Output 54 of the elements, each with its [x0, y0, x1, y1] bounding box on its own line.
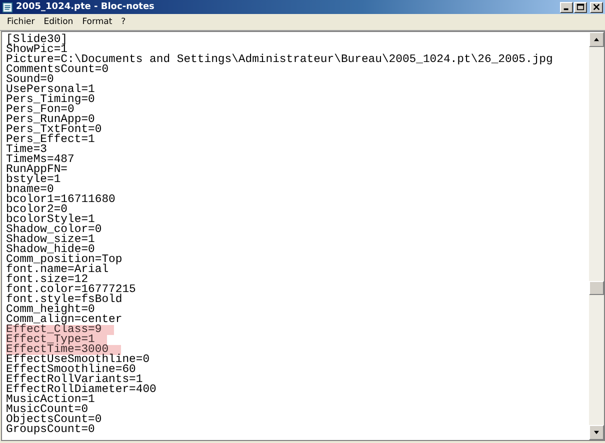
- text-line: font.style=fsBold: [6, 295, 122, 305]
- text-line: font.color=16777215: [6, 285, 136, 295]
- text-line: bname=0: [6, 185, 54, 195]
- text-line: EffectSmoothline=60: [6, 365, 136, 375]
- text-line: bstyle=1: [6, 175, 61, 185]
- text-line: EffectRollVariants=1: [6, 375, 143, 385]
- text-line: Pers_Timing=0: [6, 95, 95, 105]
- maximize-icon: [576, 3, 585, 11]
- text-line: Pers_RunApp=0: [6, 115, 95, 125]
- text-line: font.size=12: [6, 275, 88, 285]
- text-line: Comm_position=Top: [6, 255, 122, 265]
- text-line: Pers_TxtFont=0: [6, 125, 102, 135]
- up-arrow-icon: [593, 37, 600, 42]
- text-line: bcolorStyle=1: [6, 215, 95, 225]
- scroll-thumb[interactable]: [589, 281, 604, 296]
- minimize-button[interactable]: [560, 2, 573, 12]
- close-button[interactable]: [590, 2, 603, 12]
- text-line: bcolor1=16711680: [6, 195, 116, 205]
- text-line: font.name=Arial: [6, 265, 109, 275]
- text-line: Pers_Effect=1: [6, 135, 95, 145]
- text-line: UsePersonal=1: [6, 85, 95, 95]
- close-icon: [592, 3, 601, 11]
- text-line: MusicCount=0: [6, 405, 88, 415]
- text-line: RunAppFN=: [6, 165, 68, 175]
- text-line: ObjectsCount=0: [6, 415, 102, 425]
- text-line: Shadow_size=1: [6, 235, 95, 245]
- text-line: EffectRollDiameter=400: [6, 385, 156, 395]
- text-line: CommentsCount=0: [6, 65, 109, 75]
- menu-item[interactable]: Fichier: [7, 17, 35, 27]
- text-line: TimeMs=487: [6, 155, 74, 165]
- text-line: bcolor2=0: [6, 205, 68, 215]
- text-line: GroupsCount=0: [6, 425, 95, 435]
- text-line: Sound=0: [6, 75, 54, 85]
- scroll-down-button[interactable]: [589, 425, 604, 440]
- notepad-icon: [2, 2, 13, 12]
- text-line: [Slide30]: [6, 35, 68, 45]
- text-line: Time=3: [6, 145, 48, 155]
- scroll-up-button[interactable]: [589, 32, 604, 47]
- menu-item[interactable]: Edition: [44, 17, 74, 27]
- text-line: EffectUseSmoothline=0: [6, 355, 150, 365]
- text-line: MusicAction=1: [6, 395, 95, 405]
- vertical-scrollbar[interactable]: [589, 32, 604, 440]
- text-line: ShowPic=1: [6, 45, 68, 55]
- menu-item[interactable]: Format: [82, 17, 112, 27]
- menu-item[interactable]: ?: [121, 17, 126, 27]
- maximize-button[interactable]: [574, 2, 587, 12]
- window-title: 2005_1024.pte - Bloc-notes: [16, 2, 156, 12]
- down-arrow-icon: [593, 430, 600, 435]
- text-line: Shadow_hide=0: [6, 245, 95, 255]
- text-line: Shadow_color=0: [6, 225, 102, 235]
- text-line: Pers_Fon=0: [6, 105, 74, 115]
- text-line: Picture=C:\Documents and Settings\Administrateur\Bureau\2005_1024.pt\26_2005.jpg: [6, 55, 553, 65]
- text-line: Comm_height=0: [6, 305, 95, 315]
- text-line: Comm_align=center: [6, 315, 122, 325]
